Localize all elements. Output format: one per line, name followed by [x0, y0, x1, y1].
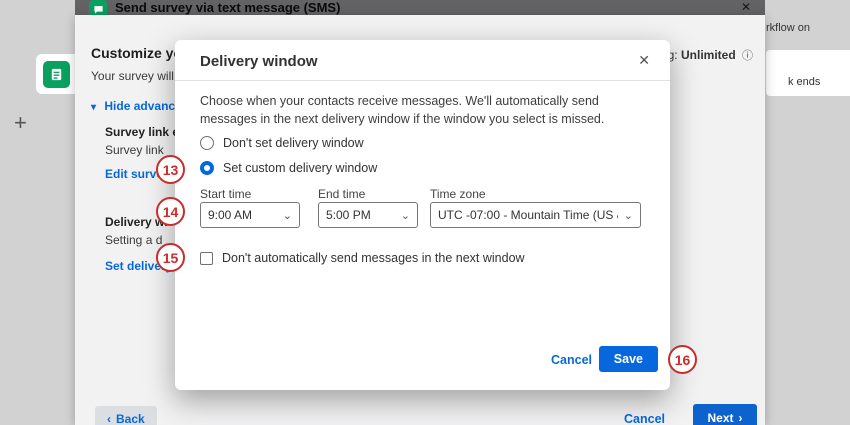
end-time-select[interactable]: 5:00 PM ⌄: [318, 202, 418, 228]
start-time-value: 9:00 AM: [208, 208, 252, 222]
start-time-select[interactable]: 9:00 AM ⌄: [200, 202, 300, 228]
annotation-13: 13: [156, 155, 185, 184]
info-icon[interactable]: ⓘ: [742, 50, 753, 62]
radio-set-custom-delivery-window[interactable]: Set custom delivery window: [200, 161, 377, 175]
save-button[interactable]: Save: [599, 346, 658, 372]
checkbox-icon[interactable]: [200, 252, 213, 265]
chevron-down-icon: ⌄: [283, 209, 292, 222]
next-label: Next: [707, 411, 733, 425]
workflow-end-card: k ends: [766, 50, 850, 96]
back-label: Back: [116, 412, 145, 425]
chevron-down-icon: ⌄: [624, 209, 633, 222]
add-step-button[interactable]: +: [14, 110, 27, 136]
annotation-14: 14: [156, 197, 185, 226]
workflow-end-label: k ends: [788, 76, 820, 88]
sms-modal-title: Send survey via text message (SMS): [115, 0, 741, 15]
delivery-modal-header: Delivery window ✕: [175, 40, 670, 81]
time-zone-value: UTC -07:00 - Mountain Time (US & Ca...: [438, 208, 618, 222]
end-time-value: 5:00 PM: [326, 208, 371, 222]
close-icon[interactable]: ✕: [741, 0, 751, 15]
delivery-cancel-button[interactable]: Cancel: [551, 353, 592, 367]
back-button[interactable]: ‹ Back: [95, 406, 157, 425]
survey-link-text: Survey link: [105, 143, 164, 157]
survey-task-icon: [43, 61, 70, 88]
workflow-toggle-label: rkflow on: [766, 22, 810, 34]
sms-cancel-button[interactable]: Cancel: [624, 412, 665, 425]
dont-send-next-window-checkbox-row[interactable]: Don't automatically send messages in the…: [200, 251, 525, 265]
delivery-modal-title: Delivery window: [200, 53, 318, 70]
close-icon[interactable]: ✕: [638, 52, 650, 69]
radio-icon[interactable]: [200, 136, 214, 150]
next-button[interactable]: Next ›: [693, 404, 757, 425]
delivery-window-modal: Delivery window ✕ Choose when your conta…: [175, 40, 670, 390]
sms-icon: [89, 0, 107, 15]
annotation-16: 16: [668, 345, 697, 374]
checkbox-label: Don't automatically send messages in the…: [222, 251, 525, 265]
sms-modal-header: Send survey via text message (SMS) ✕: [75, 0, 765, 15]
chevron-down-icon: ⌄: [401, 209, 410, 222]
radio-label: Don't set delivery window: [223, 136, 364, 150]
chevron-down-icon: ▾: [91, 102, 96, 113]
remaining-value: Unlimited: [681, 48, 736, 62]
annotation-15: 15: [156, 243, 185, 272]
time-zone-select[interactable]: UTC -07:00 - Mountain Time (US & Ca... ⌄: [430, 202, 641, 228]
delivery-text: Setting a d: [105, 233, 162, 247]
radio-selected-icon[interactable]: [200, 161, 214, 175]
chevron-left-icon: ‹: [107, 412, 111, 425]
delivery-description: Choose when your contacts receive messag…: [200, 93, 650, 128]
start-time-label: Start time: [200, 187, 251, 201]
end-time-label: End time: [318, 187, 365, 201]
time-zone-label: Time zone: [430, 187, 486, 201]
radio-label: Set custom delivery window: [223, 161, 377, 175]
radio-dont-set-delivery-window[interactable]: Don't set delivery window: [200, 136, 364, 150]
chevron-right-icon: ›: [739, 411, 743, 425]
screen: + rkflow on k ends Send survey via text …: [0, 0, 850, 425]
